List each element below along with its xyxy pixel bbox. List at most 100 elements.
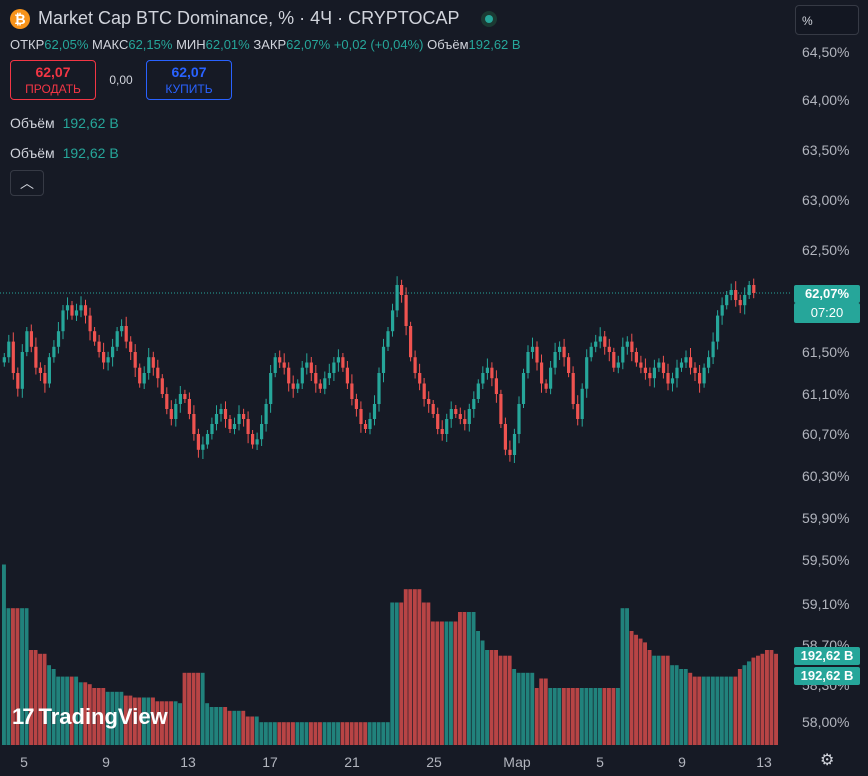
candle-body bbox=[196, 434, 200, 450]
candle-body bbox=[97, 341, 101, 352]
chevron-up-icon: ︿ bbox=[20, 175, 34, 191]
candle-body bbox=[585, 357, 589, 389]
volume-bar bbox=[584, 688, 589, 745]
volume-bar bbox=[548, 688, 553, 745]
x-tick-label: 9 bbox=[102, 754, 110, 770]
candle-body bbox=[201, 444, 205, 450]
candle-body bbox=[278, 357, 282, 363]
volume-bar bbox=[765, 650, 769, 745]
candle-body bbox=[11, 341, 15, 373]
candle-body bbox=[743, 295, 747, 306]
candle-body bbox=[350, 383, 354, 399]
candle-body bbox=[458, 414, 462, 419]
volume-bar bbox=[385, 722, 390, 745]
volume-bar bbox=[417, 589, 422, 745]
symbol-title[interactable]: Market Cap BTC Dominance, % · 4Ч · CRYPT… bbox=[38, 8, 459, 29]
candle-body bbox=[440, 429, 444, 434]
volume-bar bbox=[444, 621, 449, 745]
candle-body bbox=[183, 394, 187, 399]
tradingview-logo[interactable]: 17 TradingView bbox=[12, 704, 168, 730]
candle-body bbox=[634, 352, 638, 363]
volume-bar bbox=[363, 722, 368, 745]
market-status-icon[interactable] bbox=[481, 10, 498, 27]
volume-bar bbox=[354, 722, 359, 745]
candle-body bbox=[174, 404, 178, 419]
candle-body bbox=[499, 394, 503, 424]
volume-bar bbox=[412, 589, 417, 745]
volume-bar bbox=[760, 653, 765, 745]
volume-bar bbox=[521, 672, 526, 745]
candle-body bbox=[70, 305, 74, 316]
candle-body bbox=[679, 362, 684, 368]
indicator-value: 192,62 B bbox=[62, 115, 119, 131]
candle-body bbox=[111, 346, 115, 358]
volume-bar bbox=[638, 638, 643, 745]
scale-mode-button[interactable]: % bbox=[795, 5, 859, 35]
x-tick-label: 5 bbox=[20, 754, 28, 770]
volume-bar bbox=[327, 722, 331, 745]
volume-bar bbox=[598, 688, 602, 745]
candle-body bbox=[454, 409, 458, 414]
collapse-legend-button[interactable]: ︿ bbox=[10, 170, 44, 196]
sell-button[interactable]: 62,07 ПРОДАТЬ bbox=[10, 60, 96, 100]
volume-bar bbox=[724, 676, 729, 745]
candle-body bbox=[214, 414, 219, 424]
candle-body bbox=[25, 331, 29, 352]
candle-body bbox=[318, 383, 322, 389]
volume-bar bbox=[173, 701, 178, 745]
volume-bar bbox=[747, 661, 751, 745]
volume-bar bbox=[309, 722, 313, 745]
volume-bar bbox=[728, 676, 733, 745]
volume-bar bbox=[421, 602, 426, 745]
volume-bar bbox=[263, 722, 268, 745]
candle-body bbox=[526, 352, 530, 373]
volume-bar bbox=[322, 722, 327, 745]
volume-indicator-2[interactable]: Объём 192,62 B bbox=[10, 145, 119, 161]
candle-body bbox=[503, 424, 507, 450]
volume-bar bbox=[435, 621, 440, 745]
candle-body bbox=[296, 383, 300, 389]
candle-body bbox=[476, 383, 480, 399]
candle-body bbox=[354, 399, 358, 409]
buy-button[interactable]: 62,07 КУПИТЬ bbox=[146, 60, 232, 100]
volume-bar bbox=[232, 710, 237, 745]
candle-body bbox=[52, 346, 56, 358]
y-tick-label: 64,50% bbox=[802, 44, 849, 60]
candle-body bbox=[106, 357, 110, 363]
volume-bar bbox=[358, 722, 363, 745]
candle-body bbox=[336, 357, 340, 363]
volume-bar bbox=[494, 650, 498, 745]
volume-bar bbox=[679, 669, 684, 745]
candle-body bbox=[666, 373, 670, 384]
candle-body bbox=[639, 362, 643, 368]
tradingview-icon: 17 bbox=[12, 704, 35, 729]
candle-body bbox=[309, 362, 313, 373]
volume-indicator-1[interactable]: Объём 192,62 B bbox=[10, 115, 119, 131]
volume-bar bbox=[191, 672, 196, 745]
volume-bar bbox=[539, 678, 544, 745]
ohlc-legend: ОТКР62,05% МАКС62,15% МИН62,01% ЗАКР62,0… bbox=[10, 37, 521, 52]
volume-bar bbox=[570, 688, 575, 745]
candle-body bbox=[377, 373, 381, 404]
y-tick-label: 58,00% bbox=[802, 714, 849, 730]
settings-gear-icon[interactable]: ⚙ bbox=[820, 750, 834, 770]
volume-value: 192,62 B bbox=[468, 37, 521, 52]
candle-body bbox=[734, 290, 738, 300]
indicator-label: Объём bbox=[10, 145, 55, 161]
volume-bar bbox=[462, 612, 467, 745]
volume-bar bbox=[489, 650, 494, 745]
candle-body bbox=[29, 331, 33, 347]
volume-bar bbox=[169, 701, 173, 745]
volume-bar bbox=[588, 688, 593, 745]
candle-body bbox=[409, 326, 413, 358]
x-tick-label: 13 bbox=[180, 754, 196, 770]
candle-body bbox=[747, 285, 751, 295]
open-value: 62,05% bbox=[44, 37, 89, 52]
candle-body bbox=[260, 424, 264, 440]
volume-bar bbox=[476, 631, 480, 745]
low-label: МИН bbox=[176, 37, 206, 52]
candle-body bbox=[165, 394, 169, 409]
volume-label-2: 192,62 B bbox=[794, 667, 860, 685]
price-chart[interactable]: 64,50%64,00%63,50%63,00%62,50%62,00%61,5… bbox=[0, 0, 868, 776]
candle-body bbox=[251, 434, 255, 445]
